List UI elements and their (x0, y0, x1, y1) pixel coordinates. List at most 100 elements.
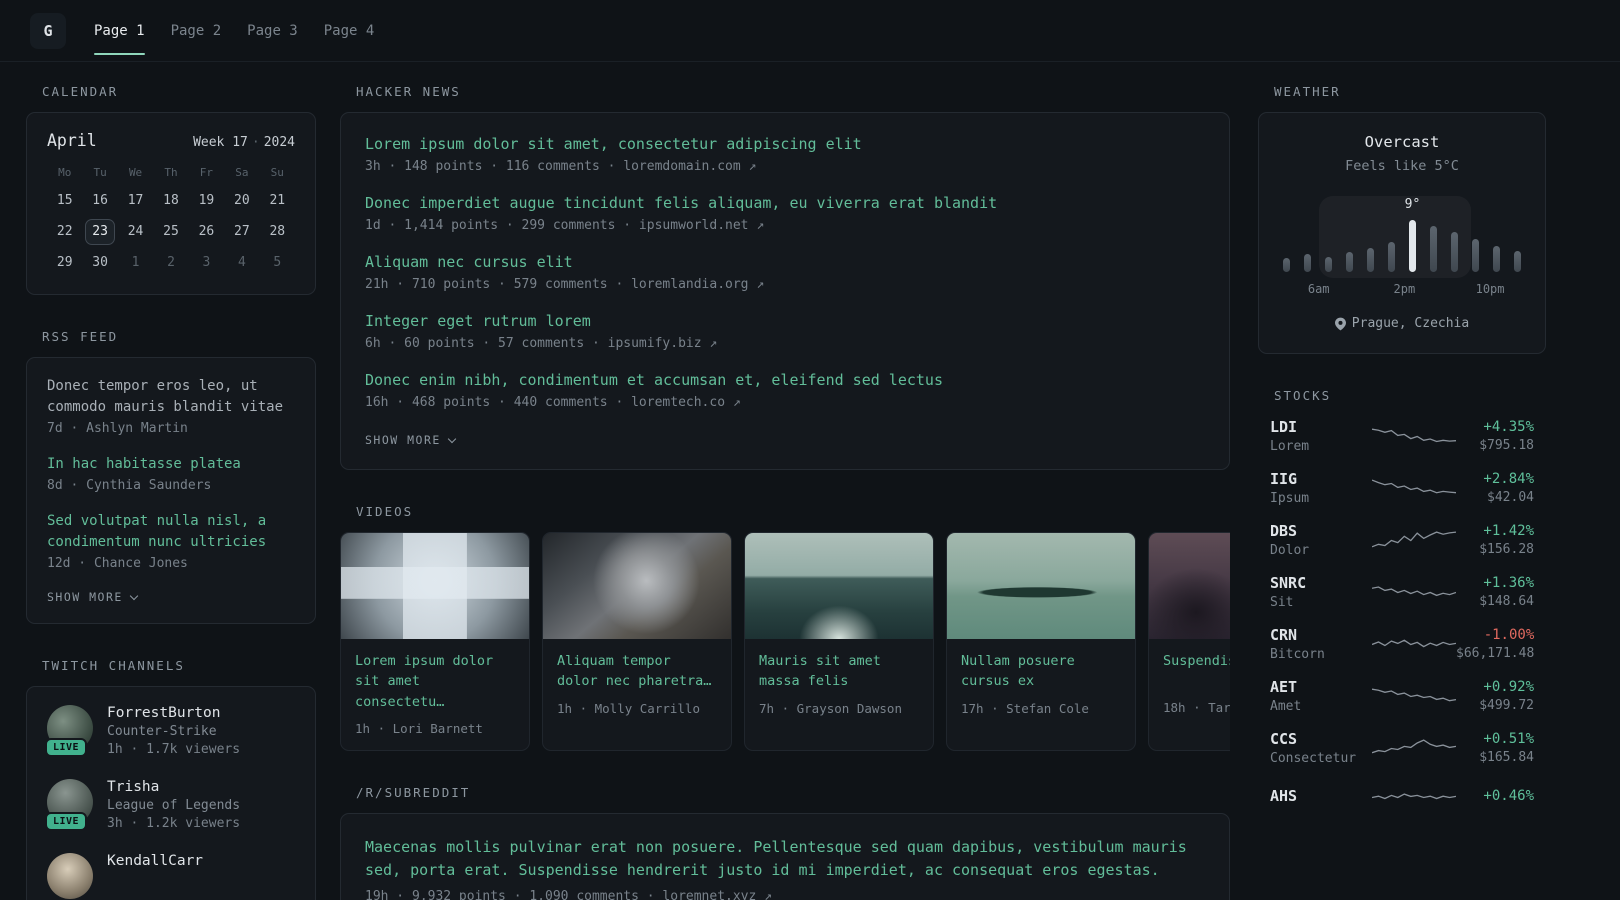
stock-symbol: AHS (1270, 786, 1298, 805)
calendar-day-next-month: 5 (273, 255, 282, 270)
hn-item-title[interactable]: Donec imperdiet augue tincidunt felis al… (365, 193, 1205, 214)
left-column: CALENDAR April Week 17 · 2024 Mo Tu We Th … (26, 84, 316, 900)
channel-category: Counter-Strike (107, 724, 217, 739)
weather-bar (1367, 248, 1374, 272)
subreddit-widget: /R/SUBREDDIT Maecenas mollis pulvinar er… (340, 785, 1230, 900)
video-title: Mauris sit amet massa felis (759, 653, 881, 690)
calendar-day: 20 (234, 193, 250, 208)
stock-row[interactable]: AET Amet +0.92% $499.72 (1270, 678, 1534, 714)
calendar-day-next-month: 1 (131, 255, 140, 270)
video-card[interactable]: Mauris sit amet massa felis 7h · Grayson… (744, 532, 934, 751)
stock-price: $66,171.48 (1456, 646, 1535, 661)
twitch-card: LIVE ForrestBurton Counter-Strike 1h · 1… (26, 686, 316, 900)
stock-symbol: AET (1270, 678, 1298, 696)
video-card[interactable]: Nullam posuere cursus ex 17h · Stefan Co… (946, 532, 1136, 751)
live-badge: LIVE (45, 812, 88, 831)
calendar-day-next-month: 4 (237, 255, 246, 270)
hn-item-meta: 21h · 710 points · 579 comments · loreml… (365, 277, 765, 292)
weather-bar (1472, 239, 1479, 272)
separator-dot: · (251, 135, 260, 150)
chevron-down-icon (447, 434, 457, 444)
tab-page-2[interactable]: Page 2 (171, 19, 222, 43)
rss-item-title[interactable]: Sed volutpat nulla nisl, a condimentum n… (47, 511, 295, 553)
calendar-week-row: 29 30 1 2 3 4 5 (47, 247, 295, 278)
video-meta: 18h · Tara (1163, 700, 1230, 715)
video-card[interactable]: Lorem ipsum dolor sit amet consectetu… 1… (340, 532, 530, 751)
weather-time-label: 2pm (1393, 282, 1416, 296)
weather-bar (1388, 242, 1395, 272)
calendar-day-next-month: 3 (202, 255, 211, 270)
stock-change: +4.35% (1483, 419, 1534, 435)
calendar-day: 24 (127, 224, 144, 239)
video-card[interactable]: Suspendisse diam 18h · Tara (1148, 532, 1230, 751)
twitch-widget: TWITCH CHANNELS LIVE ForrestBurton Count… (26, 658, 316, 900)
weather-feels-like: Feels like 5°C (1345, 158, 1459, 174)
twitch-channel-row[interactable]: LIVE ForrestBurton Counter-Strike 1h · 1… (45, 705, 295, 757)
right-column: WEATHER Overcast Feels like 5°C 9° 6am 2… (1258, 84, 1546, 900)
rss-item: Sed volutpat nulla nisl, a condimentum n… (47, 511, 295, 571)
hn-item-title[interactable]: Aliquam nec cursus elit (365, 252, 1205, 273)
weather-time-label: 6am (1307, 282, 1330, 296)
twitch-section-title: TWITCH CHANNELS (42, 658, 185, 673)
stock-row[interactable]: CRN Bitcorn -1.00% $66,171.48 (1270, 626, 1534, 662)
video-thumbnail (745, 533, 933, 639)
day-header: Fr (199, 166, 214, 179)
stock-row[interactable]: CCS Consectetur +0.51% $165.84 (1270, 730, 1534, 766)
videos-row: Lorem ipsum dolor sit amet consectetu… 1… (340, 532, 1230, 751)
hn-item-title[interactable]: Integer eget rutrum lorem (365, 311, 1205, 332)
page-tabs: Page 1 Page 2 Page 3 Page 4 (94, 19, 375, 55)
calendar-week-label: Week 17 (193, 135, 248, 150)
weather-widget: WEATHER Overcast Feels like 5°C 9° 6am 2… (1258, 84, 1546, 354)
calendar-day: 19 (198, 193, 215, 208)
day-header: We (128, 166, 143, 179)
hn-item: Aliquam nec cursus elit 21h · 710 points… (365, 252, 1205, 292)
hn-show-more-button[interactable]: SHOW MORE (365, 433, 457, 447)
stock-row[interactable]: IIG Ipsum +2.84% $42.04 (1270, 470, 1534, 506)
calendar-day: 27 (234, 224, 250, 239)
hn-item: Lorem ipsum dolor sit amet, consectetur … (365, 134, 1205, 174)
rss-item-title[interactable]: In hac habitasse platea (47, 454, 295, 475)
videos-section-title: VIDEOS (356, 504, 414, 519)
weather-bar: 9° (1405, 197, 1420, 272)
calendar-header: April Week 17 · 2024 (47, 131, 295, 150)
video-thumbnail (1149, 533, 1230, 639)
subreddit-post-title[interactable]: Maecenas mollis pulvinar erat non posuer… (365, 836, 1205, 883)
tab-page-1[interactable]: Page 1 (94, 19, 145, 55)
rss-show-more-button[interactable]: SHOW MORE (47, 590, 139, 604)
tab-page-4[interactable]: Page 4 (324, 19, 375, 43)
tab-page-3[interactable]: Page 3 (247, 19, 298, 43)
video-body: Nullam posuere cursus ex 17h · Stefan Co… (947, 639, 1135, 730)
stock-symbol: CRN (1270, 626, 1298, 644)
stocks-section-title: STOCKS (1274, 388, 1332, 403)
weather-peak-temp: 9° (1404, 197, 1421, 212)
hackernews-card: Lorem ipsum dolor sit amet, consectetur … (340, 112, 1230, 470)
day-header: Tu (93, 166, 107, 179)
hn-item-title[interactable]: Lorem ipsum dolor sit amet, consectetur … (365, 134, 1205, 155)
stock-row[interactable]: LDI Lorem +4.35% $795.18 (1270, 418, 1534, 454)
weather-bar (1283, 258, 1290, 272)
twitch-channel-row[interactable]: KendallCarr (47, 853, 295, 899)
video-card[interactable]: Aliquam tempor dolor nec pharetra… 1h · … (542, 532, 732, 751)
stock-row[interactable]: SNRC Sit +1.36% $148.64 (1270, 574, 1534, 610)
video-title: Nullam posuere cursus ex (961, 653, 1075, 690)
stock-row[interactable]: DBS Dolor +1.42% $156.28 (1270, 522, 1534, 558)
video-body: Lorem ipsum dolor sit amet consectetu… 1… (341, 639, 529, 750)
subreddit-section-title: /R/SUBREDDIT (356, 784, 471, 800)
stock-change: -1.00% (1483, 627, 1535, 643)
rss-item-title[interactable]: Donec tempor eros leo, ut commodo mauris… (47, 376, 295, 418)
calendar-month: April (47, 131, 97, 150)
stocks-list: LDI Lorem +4.35% $795.18 IIG Ipsum +2.84% $4… (1258, 416, 1546, 812)
live-badge: LIVE (45, 738, 88, 757)
app-logo[interactable]: G (30, 12, 66, 49)
day-header: Th (164, 166, 178, 179)
hn-item-meta: 3h · 148 points · 116 comments · loremdo… (365, 159, 757, 174)
calendar-day: 29 (56, 255, 73, 270)
channel-category: League of Legends (107, 798, 241, 813)
hackernews-section-title: HACKER NEWS (356, 84, 461, 99)
avatar-wrap: LIVE (45, 705, 93, 757)
calendar-week-year: Week 17 · 2024 (193, 135, 295, 150)
hn-item-title[interactable]: Donec enim nibh, condimentum et accumsan… (365, 370, 1205, 391)
channel-name: KendallCarr (107, 853, 204, 869)
twitch-channel-row[interactable]: LIVE Trisha League of Legends 3h · 1.2k … (45, 779, 295, 831)
stock-row[interactable]: AHS +0.46% (1270, 782, 1534, 812)
